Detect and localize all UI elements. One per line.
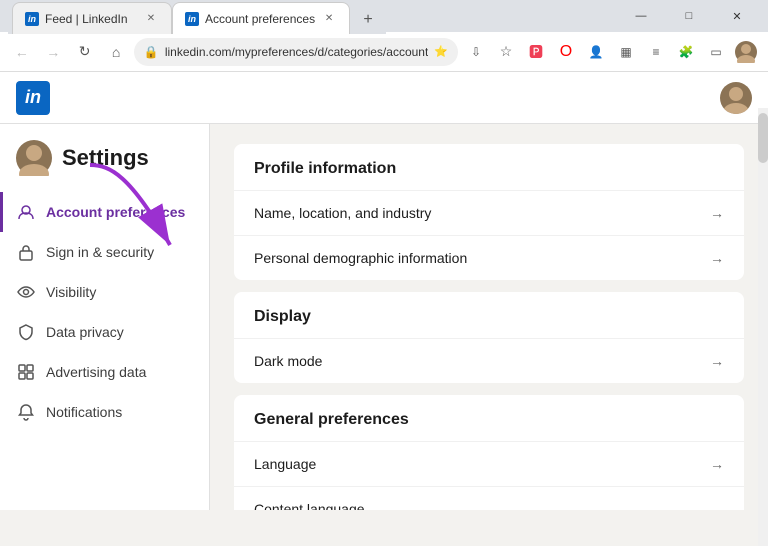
tab-title-account: Account preferences — [205, 12, 315, 26]
profile-section-header: Profile information — [234, 144, 744, 191]
tab-favicon-2: in — [185, 12, 199, 26]
tab-close-1[interactable]: ✕ — [143, 11, 159, 27]
name-location-row[interactable]: Name, location, and industry → — [234, 191, 744, 236]
language-right: → — [710, 456, 724, 472]
name-location-arrow: → — [710, 205, 724, 221]
content-language-row[interactable]: Content language → — [234, 487, 744, 510]
shield-icon — [16, 322, 36, 342]
address-bar[interactable]: 🔒 linkedin.com/mypreferences/d/categorie… — [134, 38, 458, 66]
reload-button[interactable]: ↻ — [71, 38, 98, 66]
language-row[interactable]: Language → — [234, 442, 744, 487]
scrollbar-thumb[interactable] — [758, 113, 768, 163]
name-location-label: Name, location, and industry — [254, 205, 431, 221]
header-right — [720, 82, 752, 114]
general-section-header: General preferences — [234, 395, 744, 442]
dark-mode-row[interactable]: Dark mode → — [234, 339, 744, 383]
sidebar-avatar — [16, 140, 52, 176]
puzzle-icon[interactable]: 🧩 — [672, 38, 700, 66]
sidebar-item-account[interactable]: Account preferences — [0, 192, 209, 232]
sidebar-item-notifications[interactable]: Notifications — [0, 392, 209, 432]
scrollbar-track[interactable] — [758, 108, 768, 546]
dark-mode-right: → — [710, 353, 724, 369]
tab-close-2[interactable]: ✕ — [321, 11, 337, 27]
display-section: Display Dark mode → — [234, 292, 744, 383]
sidebar-item-advertising[interactable]: Advertising data — [0, 352, 209, 392]
bookmark-button[interactable]: ☆ — [492, 38, 520, 66]
minimize-button[interactable]: — — [618, 0, 664, 32]
browser-toolbar: ⇩ ☆ 🅿 O 👤 ▦ ≡ 🧩 ▭ — [462, 38, 760, 66]
profile-section: Profile information Name, location, and … — [234, 144, 744, 280]
sidebar-label-account: Account preferences — [46, 204, 185, 220]
opera-icon[interactable]: O — [552, 38, 580, 66]
tab-feed[interactable]: in Feed | LinkedIn ✕ — [12, 2, 172, 34]
dark-mode-label: Dark mode — [254, 353, 322, 369]
sidebar-item-signin[interactable]: Sign in & security — [0, 232, 209, 272]
maximize-button[interactable]: □ — [666, 0, 712, 32]
language-label: Language — [254, 456, 316, 472]
sidebar-header: Settings — [0, 140, 209, 192]
title-bar: in Feed | LinkedIn ✕ in Account preferen… — [0, 0, 768, 32]
display-section-header: Display — [234, 292, 744, 339]
grid-icon — [16, 362, 36, 382]
demographic-right: → — [710, 250, 724, 266]
wallet-button[interactable]: ▦ — [612, 38, 640, 66]
bell-icon — [16, 402, 36, 422]
vpn-button[interactable]: 👤 — [582, 38, 610, 66]
demographic-label: Personal demographic information — [254, 250, 467, 266]
dark-mode-arrow: → — [710, 353, 724, 369]
pocket-button[interactable]: 🅿 — [522, 38, 550, 66]
content-language-right: → — [710, 501, 724, 510]
profile-button[interactable] — [732, 38, 760, 66]
content-language-arrow: → — [710, 501, 724, 510]
linkedin-logo: in — [16, 81, 50, 115]
demographic-arrow: → — [710, 250, 724, 266]
avatar[interactable] — [720, 82, 752, 114]
close-button[interactable]: ✕ — [714, 0, 760, 32]
main-content: Profile information Name, location, and … — [210, 124, 768, 510]
sidebar-label-notifications: Notifications — [46, 404, 122, 420]
tab-favicon-1: in — [25, 12, 39, 26]
sidebar-label-privacy: Data privacy — [46, 324, 124, 340]
name-location-right: → — [710, 205, 724, 221]
window-controls: — □ ✕ — [618, 0, 760, 32]
sidebar-item-visibility[interactable]: Visibility — [0, 272, 209, 312]
home-button[interactable]: ⌂ — [102, 38, 129, 66]
demographic-row[interactable]: Personal demographic information → — [234, 236, 744, 280]
forward-button[interactable]: → — [39, 38, 66, 66]
settings-title: Settings — [62, 145, 149, 171]
sidebar-label-signin: Sign in & security — [46, 244, 154, 260]
content-language-label: Content language — [254, 501, 365, 510]
sidebar-button[interactable]: ▭ — [702, 38, 730, 66]
eye-icon — [16, 282, 36, 302]
new-tab-button[interactable]: + — [354, 6, 382, 34]
person-circle-icon — [16, 202, 36, 222]
sidebar-label-visibility: Visibility — [46, 284, 96, 300]
language-arrow: → — [710, 456, 724, 472]
tab-account-preferences[interactable]: in Account preferences ✕ — [172, 2, 350, 34]
settings-icon[interactable]: ≡ — [642, 38, 670, 66]
app-header: in — [0, 72, 768, 124]
back-button[interactable]: ← — [8, 38, 35, 66]
url-text: linkedin.com/mypreferences/d/categories/… — [165, 45, 428, 59]
lock-icon — [16, 242, 36, 262]
sidebar: Settings Account preferences Sign in & s… — [0, 124, 210, 510]
tab-title-feed: Feed | LinkedIn — [45, 12, 137, 26]
general-section: General preferences Language → Content l… — [234, 395, 744, 510]
extensions-button[interactable]: ⇩ — [462, 38, 490, 66]
nav-bar: ← → ↻ ⌂ 🔒 linkedin.com/mypreferences/d/c… — [0, 32, 768, 72]
sidebar-label-advertising: Advertising data — [46, 364, 146, 380]
sidebar-item-privacy[interactable]: Data privacy — [0, 312, 209, 352]
